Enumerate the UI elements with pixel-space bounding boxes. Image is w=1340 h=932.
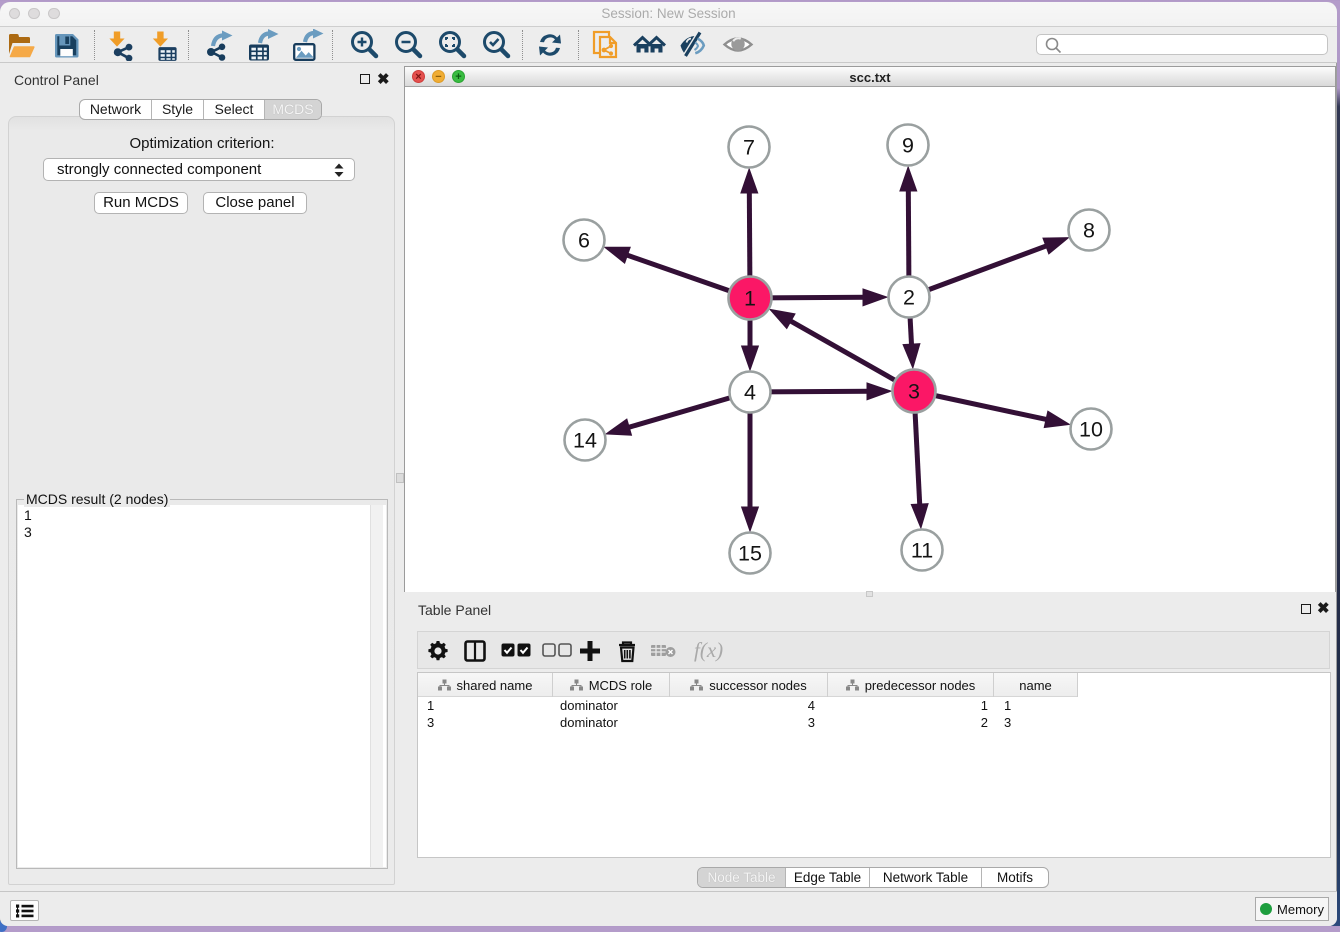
svg-text:9: 9: [902, 134, 914, 158]
svg-text:7: 7: [743, 136, 755, 160]
svg-text:10: 10: [1079, 418, 1103, 442]
svg-text:1: 1: [744, 287, 756, 311]
svg-text:3: 3: [908, 380, 920, 404]
svg-text:4: 4: [744, 381, 756, 405]
svg-text:2: 2: [903, 286, 915, 310]
svg-text:6: 6: [578, 229, 590, 253]
svg-text:11: 11: [911, 539, 933, 563]
svg-text:8: 8: [1083, 219, 1095, 243]
svg-text:14: 14: [573, 429, 597, 453]
svg-text:15: 15: [738, 542, 762, 566]
